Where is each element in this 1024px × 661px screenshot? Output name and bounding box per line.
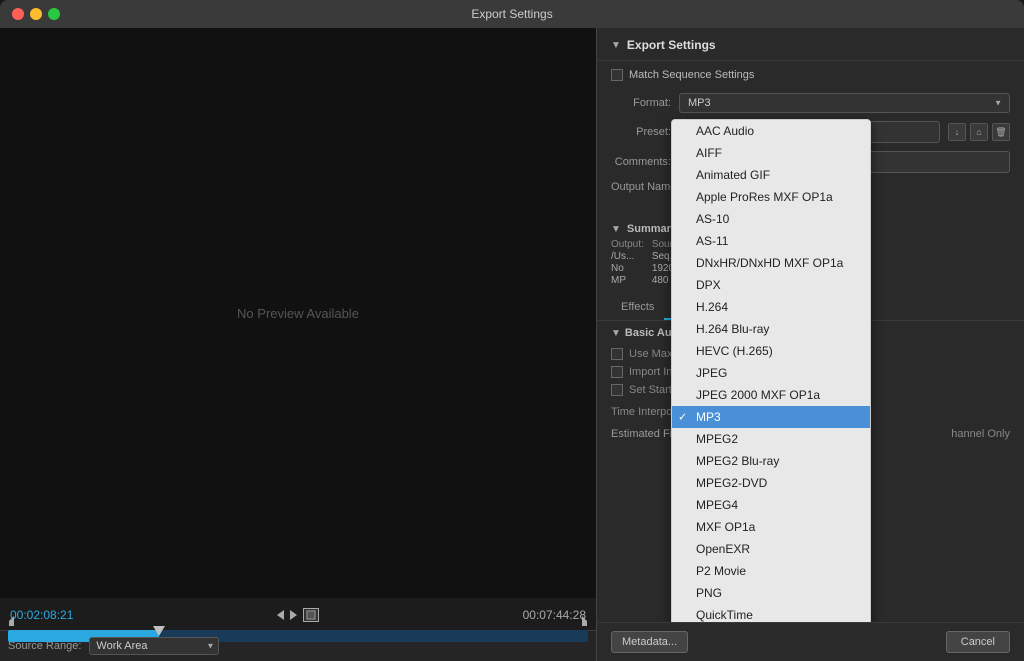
format-dropdown-wrapper[interactable]: MP3 ▼ [679, 93, 1010, 113]
format-option-quicktime[interactable]: QuickTime [672, 604, 870, 622]
basic-audio-arrow[interactable]: ▼ [611, 328, 621, 339]
summary-output-mp: MP [611, 275, 644, 286]
time-right: 00:07:44:28 [523, 608, 586, 622]
preset-folder-icon[interactable]: ⌂ [970, 123, 988, 141]
format-option-aac-audio[interactable]: AAC Audio [672, 120, 870, 142]
summary-output-no: No [611, 263, 644, 274]
format-option-openexr[interactable]: OpenEXR [672, 538, 870, 560]
channel-only-label: hannel Only [951, 428, 1010, 440]
window-controls [12, 8, 60, 20]
out-point [582, 616, 587, 626]
format-option-mpeg2-dvd[interactable]: MPEG2-DVD [672, 472, 870, 494]
maximize-button[interactable] [48, 8, 60, 20]
export-settings-title: Export Settings [627, 38, 716, 52]
preset-label: Preset: [611, 126, 671, 138]
format-row-wrapper: Format: MP3 ▼ AAC Audio AIFF Animated GI… [597, 89, 1024, 117]
export-settings-header: ▼ Export Settings [597, 28, 1024, 61]
match-sequence-checkbox[interactable] [611, 69, 623, 81]
output-name-label: Output Name: [611, 181, 679, 193]
format-option-mpeg2[interactable]: MPEG2 [672, 428, 870, 450]
time-left: 00:02:08:21 [10, 608, 73, 622]
cancel-button[interactable]: Cancel [946, 631, 1010, 653]
format-option-h264-bluray[interactable]: H.264 Blu-ray [672, 318, 870, 340]
format-option-aiff[interactable]: AIFF [672, 142, 870, 164]
title-bar: Export Settings [0, 0, 1024, 28]
format-option-dpx[interactable]: DPX [672, 274, 870, 296]
format-option-as10[interactable]: AS-10 [672, 208, 870, 230]
summary-arrow[interactable]: ▼ [611, 224, 621, 235]
summary-output-path: /Us... [611, 251, 644, 262]
export-settings-arrow[interactable]: ▼ [611, 40, 621, 51]
format-label: Format: [611, 97, 671, 109]
format-option-jpeg[interactable]: JPEG [672, 362, 870, 384]
right-panel-inner: ▼ Export Settings Match Sequence Setting… [597, 28, 1024, 622]
filmstrip-icon[interactable] [303, 608, 319, 622]
in-point [9, 616, 14, 626]
format-row: Format: MP3 ▼ [597, 89, 1024, 117]
format-option-h264[interactable]: H.264 [672, 296, 870, 318]
left-panel: No Preview Available 00:02:08:21 00:07:4… [0, 28, 597, 661]
close-button[interactable] [12, 8, 24, 20]
match-sequence-label: Match Sequence Settings [629, 69, 754, 81]
format-option-apple-prores[interactable]: Apple ProRes MXF OP1a [672, 186, 870, 208]
comments-label: Comments: [611, 156, 671, 168]
format-option-mxf-op1a[interactable]: MXF OP1a [672, 516, 870, 538]
metadata-button[interactable]: Metadata... [611, 631, 688, 653]
format-option-jpeg2000[interactable]: JPEG 2000 MXF OP1a [672, 384, 870, 406]
summary-title: Summary [627, 223, 677, 235]
summary-output-col: Output: /Us... No MP [611, 239, 644, 286]
right-panel: ▼ Export Settings Match Sequence Setting… [597, 28, 1024, 661]
preset-delete-icon[interactable]: 🗑 [992, 123, 1010, 141]
preset-icons: ↓ ⌂ 🗑 [948, 123, 1010, 141]
format-dropdown-menu[interactable]: AAC Audio AIFF Animated GIF Apple ProRes… [671, 119, 871, 622]
format-option-hevc[interactable]: HEVC (H.265) [672, 340, 870, 362]
use-max-render-checkbox[interactable] [611, 348, 623, 360]
source-range-wrapper[interactable]: Work Area Entire Sequence Custom [89, 637, 219, 655]
preview-area: No Preview Available [0, 28, 596, 598]
format-option-animated-gif[interactable]: Animated GIF [672, 164, 870, 186]
format-dropdown-display[interactable]: MP3 [679, 93, 1010, 113]
timeline-area: 00:02:08:21 00:07:44:28 [0, 598, 596, 630]
scrubber-handle[interactable] [153, 626, 165, 636]
format-option-as11[interactable]: AS-11 [672, 230, 870, 252]
format-option-png[interactable]: PNG [672, 582, 870, 604]
no-preview-label: No Preview Available [237, 306, 359, 321]
set-start-timecode-checkbox[interactable] [611, 384, 623, 396]
source-range-select[interactable]: Work Area Entire Sequence Custom [89, 637, 219, 655]
preset-save-icon[interactable]: ↓ [948, 123, 966, 141]
play-forward-button[interactable] [290, 610, 297, 620]
summary-output-label: Output: [611, 239, 644, 250]
main-container: No Preview Available 00:02:08:21 00:07:4… [0, 28, 1024, 661]
play-back-button[interactable] [277, 610, 284, 620]
format-option-p2-movie[interactable]: P2 Movie [672, 560, 870, 582]
tab-effects[interactable]: Effects [611, 296, 664, 320]
import-project-checkbox[interactable] [611, 366, 623, 378]
minimize-button[interactable] [30, 8, 42, 20]
format-option-mpeg4[interactable]: MPEG4 [672, 494, 870, 516]
format-option-mpeg2-bluray[interactable]: MPEG2 Blu-ray [672, 450, 870, 472]
format-option-dnxhr[interactable]: DNxHR/DNxHD MXF OP1a [672, 252, 870, 274]
bottom-buttons: Metadata... Cancel [597, 622, 1024, 661]
format-option-mp3[interactable]: MP3 [672, 406, 870, 428]
window-title: Export Settings [471, 7, 552, 21]
match-sequence-row: Match Sequence Settings [597, 61, 1024, 89]
